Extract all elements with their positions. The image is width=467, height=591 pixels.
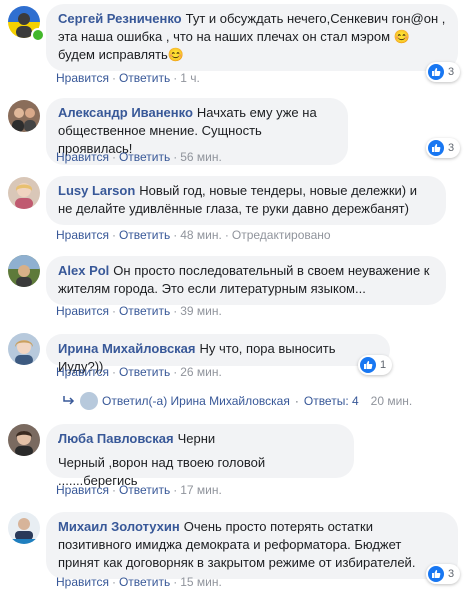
comment-author[interactable]: Alex Pol — [58, 263, 109, 278]
avatar[interactable] — [8, 100, 40, 132]
avatar-figure-icon — [12, 108, 36, 132]
comment-bubble: Ирина Михайловская Ну что, пора выносить … — [46, 334, 390, 374]
reply-link[interactable]: Ответить — [119, 575, 170, 589]
comment-actions: Нравится · Ответить · 15 мин. — [56, 575, 222, 589]
avatar[interactable] — [8, 512, 40, 544]
replies-count-link[interactable]: Ответы: 4 — [304, 394, 359, 408]
reactions-badge[interactable]: 1 — [358, 355, 393, 375]
comment-bubble: Люба Павловская Черни Черный ,ворон над т… — [46, 424, 354, 488]
comment-bubble: Lusy Larson Новый год, новые тендеры, нов… — [46, 176, 446, 225]
comment-time[interactable]: 1 ч. — [180, 71, 200, 85]
avatar[interactable] — [8, 424, 40, 456]
reply-link[interactable]: Ответить — [119, 483, 170, 497]
avatar-figure-icon — [15, 431, 33, 456]
reply-link[interactable]: Ответить — [119, 304, 170, 318]
reply-link[interactable]: Ответить — [119, 150, 170, 164]
thumbs-up-icon — [360, 357, 376, 373]
comment-text: Черни — [177, 431, 216, 446]
comment-time[interactable]: 48 мин. — [180, 228, 222, 242]
like-link[interactable]: Нравится — [56, 71, 109, 85]
avatar-figure-icon — [8, 255, 40, 287]
reactions-count: 1 — [380, 359, 387, 371]
reactions-count: 3 — [448, 142, 455, 154]
comment-actions: Нравится · Ответить · 17 мин. — [56, 483, 222, 497]
replied-by-link[interactable]: Ответил(-а) Ирина Михайловская — [102, 394, 290, 408]
replies-summary[interactable]: Ответил(-а) Ирина Михайловская · Ответы: 4… — [62, 392, 412, 410]
like-link[interactable]: Нравится — [56, 150, 109, 164]
thumbs-up-icon — [428, 140, 444, 156]
comment-actions: Нравится · Ответить · 26 мин. — [56, 365, 222, 379]
reactions-badge[interactable]: 3 — [426, 138, 461, 158]
comment-actions: Нравится · Ответить · 56 мин. — [56, 150, 222, 164]
avatar-figure-icon — [12, 518, 36, 544]
comment-time[interactable]: 15 мин. — [180, 575, 222, 589]
comment-author[interactable]: Lusy Larson — [58, 183, 135, 198]
reactions-count: 3 — [448, 66, 455, 78]
like-link[interactable]: Нравится — [56, 483, 109, 497]
like-link[interactable]: Нравится — [56, 365, 109, 379]
comment-author[interactable]: Люба Павловская — [58, 431, 174, 446]
reply-link[interactable]: Ответить — [119, 71, 170, 85]
avatar[interactable] — [8, 333, 40, 365]
comment-text: Он просто последовательный в своем неува… — [58, 263, 430, 296]
avatar[interactable] — [8, 177, 40, 209]
thumbs-up-icon — [428, 64, 444, 80]
replies-time: 20 мин. — [370, 394, 413, 408]
comment-bubble: Сергей Резниченко Тут и обсуждать нечего,… — [46, 4, 458, 71]
comment-bubble: Михаил Золотухин Очень просто потерять ос… — [46, 512, 458, 579]
reply-link[interactable]: Ответить — [119, 228, 170, 242]
online-status-icon — [31, 28, 45, 42]
comment-time[interactable]: 39 мин. — [180, 304, 222, 318]
comment-author[interactable]: Александр Иваненко — [58, 105, 193, 120]
reactions-badge[interactable]: 3 — [426, 564, 461, 584]
comment-time[interactable]: 26 мин. — [180, 365, 222, 379]
edited-label[interactable]: Отредактировано — [232, 228, 331, 242]
avatar-figure-icon — [15, 183, 33, 209]
thumbs-up-icon — [428, 566, 444, 582]
comment-author[interactable]: Михаил Золотухин — [58, 519, 180, 534]
reply-link[interactable]: Ответить — [119, 365, 170, 379]
reactions-badge[interactable]: 3 — [426, 62, 461, 82]
like-link[interactable]: Нравится — [56, 304, 109, 318]
comment-actions: Нравится · Ответить · 1 ч. — [56, 71, 200, 85]
comment-bubble: Alex Pol Он просто последовательный в сво… — [46, 256, 446, 305]
reactions-count: 3 — [448, 568, 455, 580]
comment-time[interactable]: 56 мин. — [180, 150, 222, 164]
comment-actions: Нравится · Ответить · 39 мин. — [56, 304, 222, 318]
comment-actions: Нравится · Ответить · 48 мин. · Отредактирован… — [56, 228, 331, 242]
comment-author[interactable]: Сергей Резниченко — [58, 11, 182, 26]
reply-arrow-icon — [63, 396, 75, 405]
comment-time[interactable]: 17 мин. — [180, 483, 222, 497]
avatar[interactable] — [80, 392, 98, 410]
like-link[interactable]: Нравится — [56, 228, 109, 242]
like-link[interactable]: Нравится — [56, 575, 109, 589]
comment-author[interactable]: Ирина Михайловская — [58, 341, 196, 356]
avatar-figure-icon — [15, 340, 33, 365]
avatar[interactable] — [8, 255, 40, 287]
